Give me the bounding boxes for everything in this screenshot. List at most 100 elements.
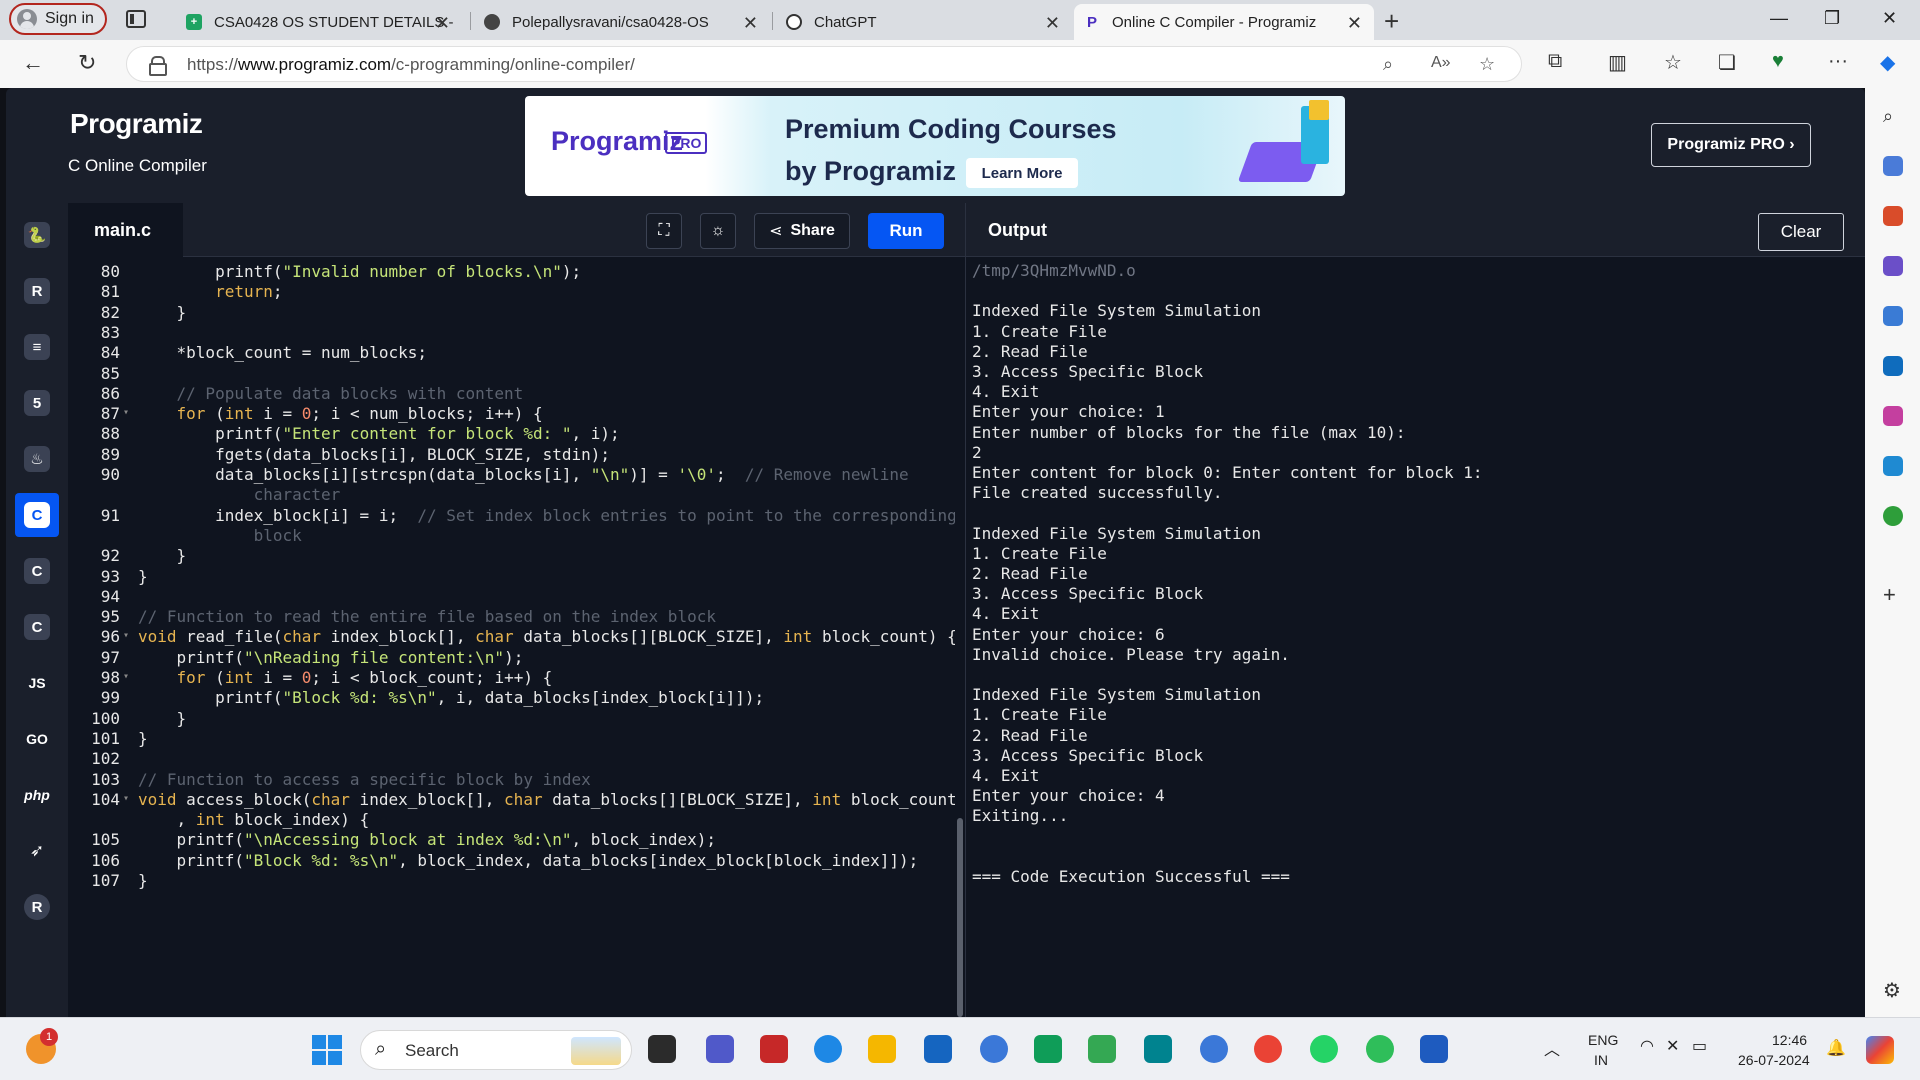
learn-more-button[interactable]: Learn More [966, 158, 1078, 188]
code-line[interactable]: } [138, 871, 148, 890]
battery-icon[interactable]: ▭ [1692, 1036, 1707, 1056]
tab-github-repo[interactable]: Polepallysravani/csa0428-OS ✕ [474, 4, 770, 40]
code-line[interactable]: return; [138, 282, 282, 301]
show-hidden-icons-icon[interactable]: ︿ [1544, 1036, 1560, 1060]
notification-bell-icon[interactable]: 🔔 [1826, 1038, 1846, 1058]
fold-chevron-icon[interactable]: ▾ [123, 407, 129, 418]
lang-php[interactable]: php [15, 773, 59, 817]
new-tab-icon[interactable]: + [1384, 6, 1399, 37]
people-icon[interactable] [1200, 1035, 1228, 1063]
fold-chevron-icon[interactable]: ▾ [123, 671, 129, 682]
outlook-icon[interactable] [1883, 356, 1903, 376]
lang-r[interactable]: R [15, 269, 59, 313]
google-chrome-icon[interactable] [1254, 1035, 1282, 1063]
split-screen-icon[interactable]: ▥ [1608, 50, 1627, 75]
tab-programiz[interactable]: P Online C Compiler - Programiz ✕ [1074, 4, 1374, 40]
code-line[interactable]: for (int i = 0; i < block_count; i++) { [138, 668, 553, 687]
code-line[interactable]: void access_block(char index_block[], ch… [138, 790, 957, 809]
games-icon[interactable] [1883, 256, 1903, 276]
close-tab-icon[interactable]: ✕ [743, 13, 758, 34]
code-line[interactable]: } [138, 303, 187, 322]
theme-toggle-button[interactable]: ☼ [700, 213, 736, 249]
whatsapp-web-icon[interactable] [1366, 1035, 1394, 1063]
start-icon[interactable] [312, 1035, 342, 1065]
code-area[interactable]: 80 printf("Invalid number of blocks.\n")… [68, 258, 958, 1017]
programiz-logo[interactable]: Programiz [70, 108, 203, 140]
edge-icon[interactable] [814, 1035, 842, 1063]
scrollbar-thumb[interactable] [957, 818, 963, 1017]
add-sidebar-app-icon[interactable]: + [1883, 582, 1903, 607]
clock-date[interactable]: 26-07-2024 [1738, 1052, 1810, 1068]
code-line[interactable]: printf("\nAccessing block at index %d:\n… [138, 830, 716, 849]
close-tab-icon[interactable]: ✕ [1347, 13, 1362, 34]
lang-c[interactable]: C [15, 493, 59, 537]
whatsapp-icon[interactable] [1310, 1035, 1338, 1063]
close-tab-icon[interactable]: ✕ [1045, 13, 1060, 34]
code-line[interactable]: // Function to read the entire file base… [138, 607, 716, 626]
sidebar-settings-icon[interactable]: ⚙ [1883, 978, 1903, 1002]
lang-javascript[interactable]: JS [15, 661, 59, 705]
google-drive-icon[interactable] [1034, 1035, 1062, 1063]
code-line[interactable]: printf("Block %d: %s\n", block_index, da… [138, 851, 919, 870]
telegram-icon[interactable] [1883, 456, 1903, 476]
code-line[interactable]: *block_count = num_blocks; [138, 343, 427, 362]
code-line[interactable]: index_block[i] = i; // Set index block e… [138, 506, 957, 525]
task-view-icon[interactable] [648, 1035, 676, 1063]
code-line[interactable]: , int block_index) { [138, 810, 370, 829]
clock-time[interactable]: 12:46 [1772, 1032, 1807, 1048]
run-button[interactable]: Run [868, 213, 944, 249]
lang-rust[interactable]: R [15, 885, 59, 929]
lang-html[interactable]: 5 [15, 381, 59, 425]
fold-chevron-icon[interactable]: ▾ [123, 793, 129, 804]
browser-essentials-icon[interactable]: ♥ [1772, 50, 1784, 73]
shopping-tag-icon[interactable] [1883, 156, 1903, 176]
lang-sql[interactable]: ≡ [15, 325, 59, 369]
code-line[interactable]: } [138, 709, 187, 728]
code-line[interactable]: block [138, 526, 302, 545]
code-line[interactable]: // Populate data blocks with content [138, 384, 524, 403]
designer-icon[interactable] [1883, 406, 1903, 426]
tab-actions-icon[interactable] [126, 10, 146, 28]
zoom-icon[interactable]: ⌕ [1383, 54, 1393, 75]
region-indicator[interactable]: IN [1594, 1052, 1608, 1068]
restore-icon[interactable]: ❐ [1824, 8, 1840, 29]
close-tab-icon[interactable]: ✕ [435, 13, 450, 34]
mcafee-icon[interactable] [760, 1035, 788, 1063]
read-aloud-icon[interactable]: A» [1431, 54, 1451, 72]
taskbar-search[interactable]: ⌕ Search [360, 1030, 632, 1070]
code-line[interactable]: printf("Enter content for block %d: ", i… [138, 424, 620, 443]
programiz-pro-button[interactable]: Programiz PRO › [1651, 123, 1811, 167]
code-line[interactable]: for (int i = 0; i < num_blocks; i++) { [138, 404, 543, 423]
editor-scrollbar[interactable] [955, 258, 965, 1017]
copilot-apps-icon[interactable] [1883, 306, 1903, 326]
code-line[interactable]: } [138, 729, 148, 748]
code-line[interactable]: } [138, 546, 187, 565]
fullscreen-button[interactable]: ⛶ [646, 213, 682, 249]
volume-muted-icon[interactable]: ✕ [1666, 1036, 1679, 1056]
share-button[interactable]: ⋖ Share [754, 213, 850, 249]
back-icon[interactable]: ← [22, 50, 44, 76]
lang-java[interactable]: ♨ [15, 437, 59, 481]
lang-go[interactable]: GO [15, 717, 59, 761]
clear-button[interactable]: Clear [1758, 213, 1844, 251]
lang-python[interactable]: 🐍 [15, 213, 59, 257]
toolbox-icon[interactable] [1883, 206, 1903, 226]
code-line[interactable]: printf("Invalid number of blocks.\n"); [138, 262, 581, 281]
tab-student-details[interactable]: + CSA0428 OS STUDENT DETAILS - ✕ [176, 4, 462, 40]
pro-ad-banner[interactable]: Programiz PRO Premium Coding Courses by … [525, 96, 1345, 196]
favorite-star-icon[interactable]: ☆ [1479, 54, 1495, 75]
code-line[interactable]: void read_file(char index_block[], char … [138, 627, 957, 646]
code-line[interactable]: printf("Block %d: %s\n", i, data_blocks[… [138, 688, 764, 707]
copilot-taskbar-icon[interactable] [1866, 1036, 1894, 1064]
people-icon[interactable] [980, 1035, 1008, 1063]
code-line[interactable]: printf("\nReading file content:\n"); [138, 648, 524, 667]
refresh-icon[interactable]: ↻ [78, 50, 96, 76]
code-line[interactable]: } [138, 567, 148, 586]
code-line[interactable]: fgets(data_blocks[i], BLOCK_SIZE, stdin)… [138, 445, 610, 464]
close-window-icon[interactable]: ✕ [1882, 8, 1897, 29]
settings-more-icon[interactable]: ··· [1828, 50, 1848, 73]
file-tab-main-c[interactable]: main.c [68, 203, 183, 258]
lang-csharp[interactable]: C [15, 605, 59, 649]
code-line[interactable]: // Function to access a specific block b… [138, 770, 591, 789]
google-play-icon[interactable] [1088, 1035, 1116, 1063]
